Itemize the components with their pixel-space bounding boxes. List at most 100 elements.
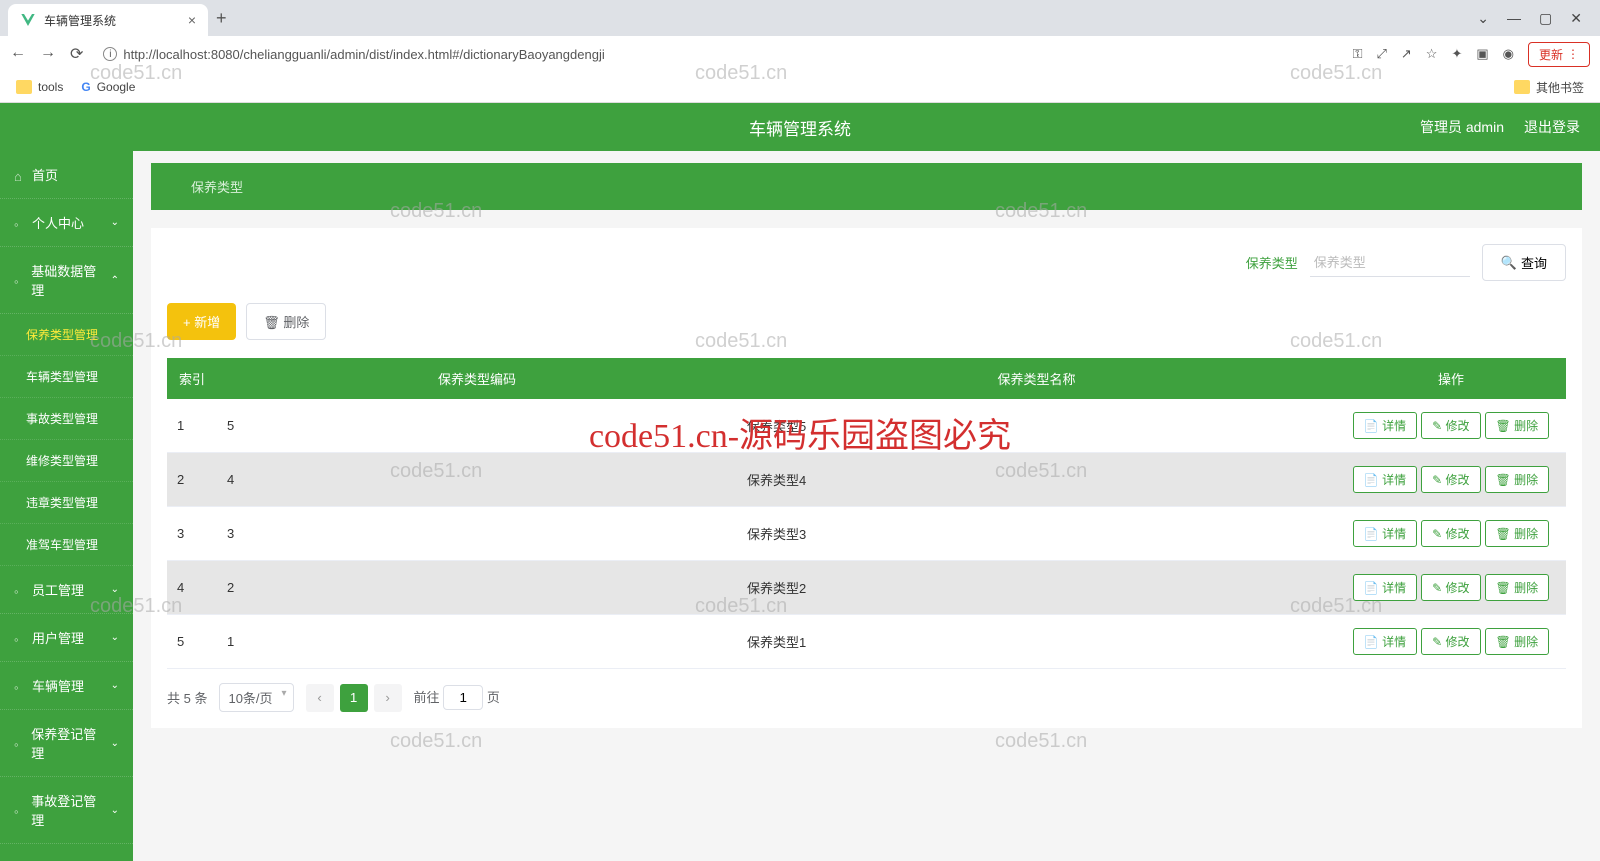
detail-button[interactable]: 📄 详情 [1353, 628, 1417, 655]
cell-ops: 📄 详情✎ 修改🗑 删除 [1336, 615, 1566, 669]
close-window-icon[interactable]: ✕ [1570, 10, 1582, 27]
bookmark-other[interactable]: 其他书签 [1514, 79, 1584, 96]
key-icon[interactable]: ⚿ [1353, 46, 1363, 62]
window-controls: ⌄ ― ▢ ✕ [1477, 10, 1592, 27]
action-row: + 新增 🗑 删除 [167, 303, 1566, 340]
maint-icon: ◦ [14, 737, 25, 749]
sidebar-sub-shigu[interactable]: 事故类型管理 [0, 398, 133, 440]
zoom-icon[interactable]: ⤢ [1376, 46, 1386, 62]
sidebar-item-yuangong[interactable]: ◦员工管理⌄ [0, 566, 133, 614]
sidebar-item-yonghu[interactable]: ◦用户管理⌄ [0, 614, 133, 662]
sidebar-item-cheliang[interactable]: ◦车辆管理⌄ [0, 662, 133, 710]
table-row: 15保养类型5📄 详情✎ 修改🗑 删除 [167, 399, 1566, 453]
cell-name: 保养类型4 [737, 453, 1336, 507]
table-row: 42保养类型2📄 详情✎ 修改🗑 删除 [167, 561, 1566, 615]
edit-button[interactable]: ✎ 修改 [1421, 520, 1480, 547]
info-icon[interactable]: i [103, 47, 117, 61]
add-button[interactable]: + 新增 [167, 303, 236, 340]
sidebar-sub-cheliang[interactable]: 车辆类型管理 [0, 356, 133, 398]
page-jump: 前往 页 [414, 685, 500, 710]
edit-button[interactable]: ✎ 修改 [1421, 466, 1480, 493]
cell-index: 2 [167, 453, 217, 507]
bookmark-tools[interactable]: tools [16, 80, 63, 94]
chevron-down-icon: ⌄ [111, 217, 119, 228]
detail-button[interactable]: 📄 详情 [1353, 574, 1417, 601]
search-input[interactable] [1310, 249, 1470, 277]
new-tab-icon[interactable]: + [216, 8, 227, 29]
row-delete-button[interactable]: 🗑 删除 [1485, 412, 1550, 439]
logout-link[interactable]: 退出登录 [1524, 117, 1580, 137]
cell-ops: 📄 详情✎ 修改🗑 删除 [1336, 453, 1566, 507]
row-delete-button[interactable]: 🗑 删除 [1485, 466, 1550, 493]
maximize-icon[interactable]: ▢ [1539, 10, 1552, 27]
sidebar-item-shigudj[interactable]: ◦事故登记管理⌄ [0, 777, 133, 844]
cell-ops: 📄 详情✎ 修改🗑 删除 [1336, 561, 1566, 615]
cell-code: 2 [217, 561, 737, 615]
page-number-button[interactable]: 1 [340, 684, 368, 712]
back-icon[interactable]: ← [10, 44, 26, 64]
sidebar-sub-weizhang[interactable]: 违章类型管理 [0, 482, 133, 524]
edit-button[interactable]: ✎ 修改 [1421, 574, 1480, 601]
sidebar-item-home[interactable]: ⌂首页 [0, 151, 133, 199]
sidebar-item-basedata[interactable]: ◦基础数据管理⌃ [0, 247, 133, 314]
user-label[interactable]: 管理员 admin [1420, 117, 1504, 137]
cell-code: 1 [217, 615, 737, 669]
page-jump-input[interactable] [443, 685, 483, 710]
cell-name: 保养类型5 [737, 399, 1336, 453]
minimize-icon[interactable]: ― [1507, 10, 1521, 27]
cell-name: 保养类型3 [737, 507, 1336, 561]
cell-index: 4 [167, 561, 217, 615]
content-card: 保养类型 🔍查询 + 新增 🗑 删除 索引 保养类型编码 保养类型名称 操作 [151, 228, 1582, 728]
chevron-up-icon: ⌃ [111, 275, 119, 286]
vue-favicon-icon [20, 12, 36, 28]
profile-icon[interactable]: ◉ [1503, 46, 1514, 62]
row-delete-button[interactable]: 🗑 删除 [1485, 628, 1550, 655]
sidebar-item-weixiudj[interactable]: ◦维修登记管理⌄ [0, 844, 133, 861]
pagination: 共 5 条 10条/页 ‹ 1 › 前往 页 [167, 683, 1566, 712]
browser-tab[interactable]: 车辆管理系统 × [8, 4, 208, 36]
chevron-down-icon[interactable]: ⌄ [1477, 10, 1489, 27]
tab-title: 车辆管理系统 [44, 12, 180, 29]
sidebar-item-personal[interactable]: ◦个人中心⌄ [0, 199, 133, 247]
row-delete-button[interactable]: 🗑 删除 [1485, 520, 1550, 547]
panel-icon[interactable]: ▣ [1476, 46, 1488, 62]
detail-button[interactable]: 📄 详情 [1353, 412, 1417, 439]
detail-button[interactable]: 📄 详情 [1353, 520, 1417, 547]
next-page-button[interactable]: › [374, 684, 402, 712]
sidebar-sub-baoyang[interactable]: 保养类型管理 [0, 314, 133, 356]
page-size-select[interactable]: 10条/页 [219, 683, 293, 712]
update-button[interactable]: 更新⋮ [1528, 42, 1590, 67]
prev-page-button[interactable]: ‹ [306, 684, 334, 712]
cell-code: 4 [217, 453, 737, 507]
app-header: 车辆管理系统 管理员 admin 退出登录 [0, 103, 1600, 151]
extensions-icon[interactable]: ✦ [1451, 46, 1462, 62]
cell-name: 保养类型1 [737, 615, 1336, 669]
cell-name: 保养类型2 [737, 561, 1336, 615]
reload-icon[interactable]: ⟳ [70, 44, 83, 64]
forward-icon[interactable]: → [40, 44, 56, 64]
share-icon[interactable]: ↗ [1401, 46, 1412, 62]
sidebar-sub-weixiu[interactable]: 维修类型管理 [0, 440, 133, 482]
cell-ops: 📄 详情✎ 修改🗑 删除 [1336, 399, 1566, 453]
delete-button[interactable]: 🗑 删除 [246, 303, 326, 340]
bookmark-google[interactable]: GGoogle [81, 80, 135, 94]
detail-button[interactable]: 📄 详情 [1353, 466, 1417, 493]
search-button[interactable]: 🔍查询 [1482, 244, 1566, 281]
chevron-down-icon: ⌄ [111, 632, 119, 643]
close-icon[interactable]: × [188, 12, 196, 28]
user-icon: ◦ [14, 217, 26, 229]
edit-button[interactable]: ✎ 修改 [1421, 628, 1480, 655]
search-label: 保养类型 [1246, 253, 1298, 272]
chevron-down-icon: ⌄ [111, 805, 119, 816]
main-content: 保养类型 保养类型 🔍查询 + 新增 🗑 删除 索引 保养类型编码 [133, 151, 1600, 861]
search-row: 保养类型 🔍查询 [167, 244, 1566, 281]
edit-button[interactable]: ✎ 修改 [1421, 412, 1480, 439]
sidebar-item-baoyangdj[interactable]: ◦保养登记管理⌄ [0, 710, 133, 777]
row-delete-button[interactable]: 🗑 删除 [1485, 574, 1550, 601]
url-input[interactable]: i http://localhost:8080/cheliangguanli/a… [95, 47, 1340, 62]
chevron-down-icon: ⌄ [111, 738, 119, 749]
star-icon[interactable]: ☆ [1426, 46, 1438, 62]
tab-bar: 车辆管理系统 × + ⌄ ― ▢ ✕ [0, 0, 1600, 36]
browser-chrome: 车辆管理系统 × + ⌄ ― ▢ ✕ ← → ⟳ i http://localh… [0, 0, 1600, 103]
sidebar-sub-zhunjia[interactable]: 准驾车型管理 [0, 524, 133, 566]
